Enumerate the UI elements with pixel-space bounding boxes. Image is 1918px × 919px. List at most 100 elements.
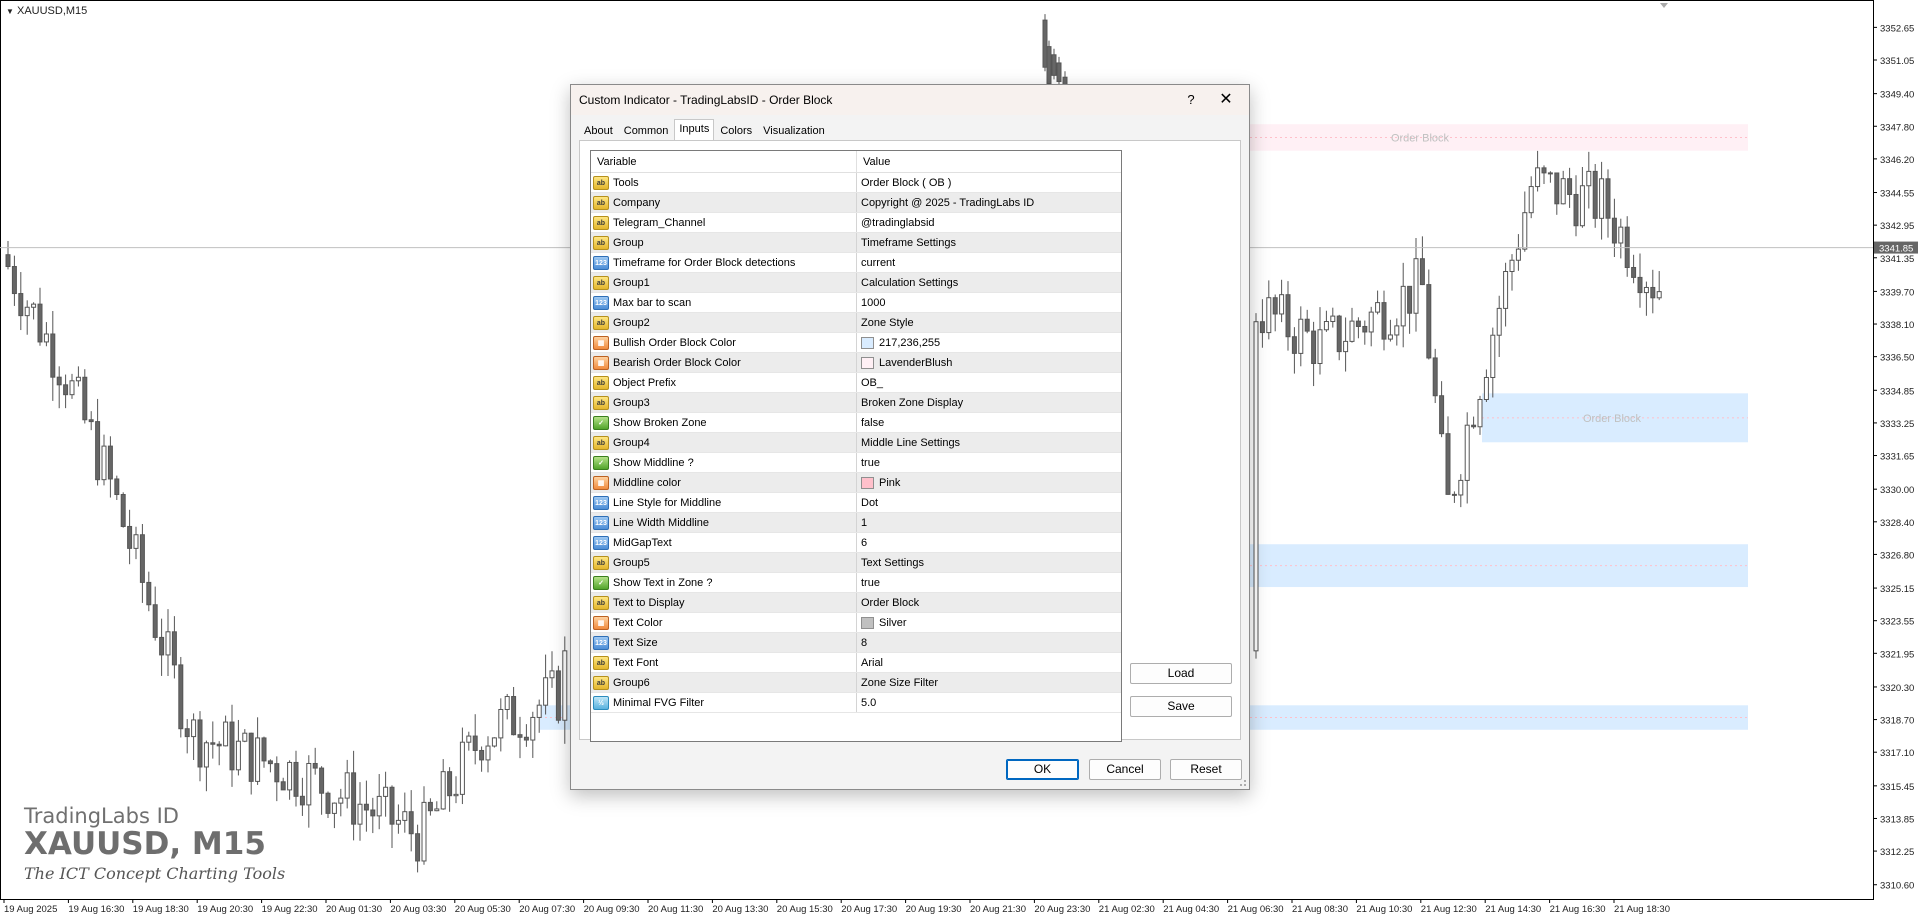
table-row[interactable]: ab Group1 Calculation Settings [591,273,1121,293]
tab-common[interactable]: Common [619,121,674,141]
value-cell[interactable]: 8 [857,633,1121,652]
candle [331,802,337,814]
value-cell[interactable]: 6 [857,533,1121,552]
shift-marker-icon[interactable] [1660,3,1668,8]
value-cell[interactable]: Order Block [857,593,1121,612]
order-block-zone[interactable] [1250,544,1748,588]
value-cell[interactable]: Timeframe Settings [857,233,1121,252]
order-block-zone[interactable] [1250,124,1748,151]
value-cell[interactable]: 5.0 [857,693,1121,712]
table-row[interactable]: ab Group6 Zone Size Filter [591,673,1121,693]
table-row[interactable]: ▦ Bearish Order Block Color LavenderBlush [591,353,1121,373]
value-cell[interactable]: 217,236,255 [857,333,1121,352]
column-header-variable[interactable]: Variable [591,151,857,172]
price-axis-label: 3349.40 [1880,90,1914,101]
tab-about[interactable]: About [579,121,618,141]
table-row[interactable]: ▦ Middline color Pink [591,473,1121,493]
table-row[interactable]: ½ Minimal FVG Filter 5.0 [591,693,1121,713]
close-button[interactable]: ✕ [1211,88,1241,112]
table-row[interactable]: 123 Max bar to scan 1000 [591,293,1121,313]
value-cell[interactable]: true [857,453,1121,472]
dialog-titlebar[interactable]: Custom Indicator - TradingLabsID - Order… [571,85,1249,115]
tab-inputs[interactable]: Inputs [674,119,715,141]
save-button[interactable]: Save [1130,696,1232,717]
value-cell[interactable]: Copyright @ 2025 - TradingLabs ID [857,193,1121,212]
table-row[interactable]: ab Telegram_Channel @tradinglabsid [591,213,1121,233]
color-type-icon: ▦ [593,335,609,350]
cancel-button[interactable]: Cancel [1089,759,1161,780]
candle [5,254,11,268]
value-text: OB_ [861,376,884,389]
time-axis-label: 21 Aug 02:30 [1099,904,1155,915]
value-cell[interactable]: 1000 [857,293,1121,312]
table-row[interactable]: 123 Text Size 8 [591,633,1121,653]
reset-button[interactable]: Reset [1170,759,1242,780]
value-cell[interactable]: Pink [857,473,1121,492]
candle [197,719,203,768]
table-row[interactable]: ✓ Show Text in Zone ? true [591,573,1121,593]
column-header-value[interactable]: Value [857,151,1121,172]
table-row[interactable]: ▦ Text Color Silver [591,613,1121,633]
value-cell[interactable]: Dot [857,493,1121,512]
candle [1330,315,1336,323]
help-button[interactable]: ? [1178,89,1204,111]
table-row[interactable]: ab Text Font Arial [591,653,1121,673]
value-cell[interactable]: Broken Zone Display [857,393,1121,412]
table-row[interactable]: ab Group2 Zone Style [591,313,1121,333]
value-text: Timeframe Settings [861,236,956,249]
candle [555,670,561,721]
string-type-icon: ab [593,315,609,330]
table-row[interactable]: ▦ Bullish Order Block Color 217,236,255 [591,333,1121,353]
value-cell[interactable]: Zone Style [857,313,1121,332]
table-row[interactable]: 123 MidGapText 6 [591,533,1121,553]
value-cell[interactable]: @tradinglabsid [857,213,1121,232]
table-row[interactable]: ab Tools Order Block ( OB ) [591,173,1121,193]
tab-visualization[interactable]: Visualization [758,121,830,141]
table-row[interactable]: ✓ Show Broken Zone false [591,413,1121,433]
value-cell[interactable]: OB_ [857,373,1121,392]
variable-cell: ab Group [591,233,857,252]
value-cell[interactable]: false [857,413,1121,432]
price-axis-label: 3352.65 [1880,23,1914,34]
table-row[interactable]: 123 Timeframe for Order Block detections c… [591,253,1121,273]
value-cell[interactable]: true [857,573,1121,592]
table-row[interactable]: ab Group Timeframe Settings [591,233,1121,253]
string-type-icon: ab [593,235,609,250]
table-row[interactable]: ab Company Copyright @ 2025 - TradingLabs … [591,193,1121,213]
value-cell[interactable]: Middle Line Settings [857,433,1121,452]
table-row[interactable]: ab Group3 Broken Zone Display [591,393,1121,413]
dropdown-arrow-icon[interactable]: ▼ [6,7,14,16]
value-cell[interactable]: current [857,253,1121,272]
candle [1650,286,1656,299]
table-row[interactable]: ab Group4 Middle Line Settings [591,433,1121,453]
tab-colors[interactable]: Colors [715,121,757,141]
time-axis-label: 20 Aug 11:30 [648,904,703,915]
value-cell[interactable]: Zone Size Filter [857,673,1121,692]
value-cell[interactable]: Calculation Settings [857,273,1121,292]
value-cell[interactable]: 1 [857,513,1121,532]
value-cell[interactable]: LavenderBlush [857,353,1121,372]
candle [1311,330,1317,364]
value-cell[interactable]: Arial [857,653,1121,672]
price-axis-label: 3351.05 [1880,56,1914,67]
variable-cell: ab Company [591,193,857,212]
value-cell[interactable]: Silver [857,613,1121,632]
time-axis-label: 20 Aug 03:30 [390,904,446,915]
value-text: Arial [861,656,884,669]
table-row[interactable]: ab Text to Display Order Block [591,593,1121,613]
table-row[interactable]: ✓ Show Middline ? true [591,453,1121,473]
candle [1637,276,1643,294]
load-button[interactable]: Load [1130,663,1232,684]
table-row[interactable]: 123 Line Style for Middline Dot [591,493,1121,513]
value-cell[interactable]: Order Block ( OB ) [857,173,1121,192]
ok-button[interactable]: OK [1006,759,1079,780]
time-axis-label: 21 Aug 12:30 [1421,904,1477,915]
table-row[interactable]: ab Object Prefix OB_ [591,373,1121,393]
value-cell[interactable]: Text Settings [857,553,1121,572]
table-row[interactable]: 123 Line Width Middline 1 [591,513,1121,533]
candle [56,376,62,386]
candle [421,801,427,862]
resize-grip-icon[interactable] [1237,777,1247,787]
table-row[interactable]: ab Group5 Text Settings [591,553,1121,573]
variable-cell: ab Group6 [591,673,857,692]
